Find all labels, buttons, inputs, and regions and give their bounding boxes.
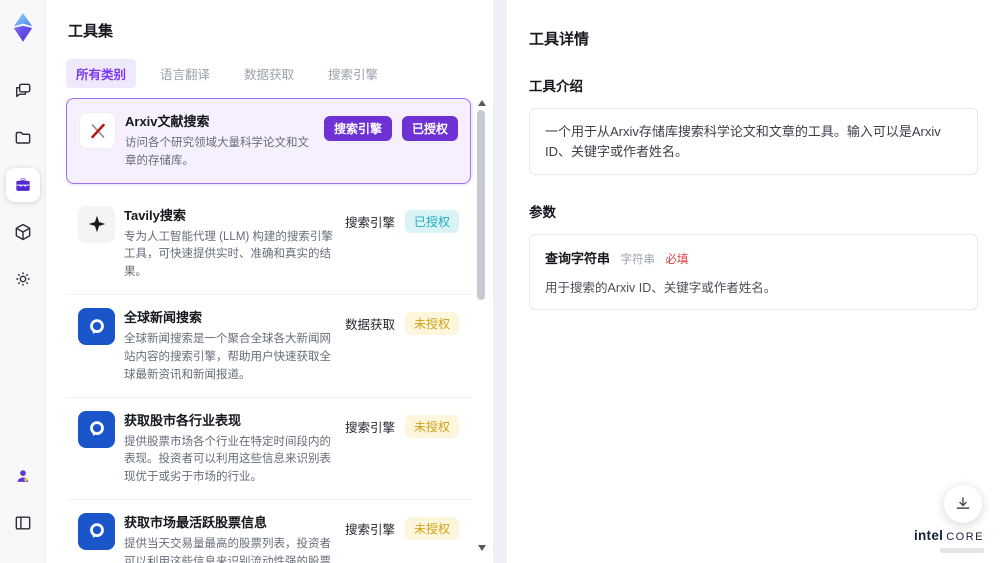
params-heading: 参数 [529, 205, 556, 221]
scrollbar-thumb[interactable] [477, 110, 485, 300]
param-name: 查询字符串 [545, 251, 611, 267]
sidebar-item-chat[interactable] [6, 74, 40, 108]
param-box: 查询字符串 字符串 必填 用于搜索的Arxiv ID、关键字或作者姓名。 [529, 234, 978, 311]
sidebar-item-files[interactable] [6, 121, 40, 155]
status-badge: 已授权 [404, 209, 459, 233]
category-badge: 搜索引擎 [323, 116, 392, 141]
tool-card-tavily[interactable]: Tavily搜索 专为人工智能代理 (LLM) 构建的搜索引擎工具，可快速提供实… [66, 192, 471, 296]
category-tabs: 所有类别 语言翻译 数据获取 搜索引擎 [66, 59, 487, 88]
news-q-logo-icon [78, 512, 115, 550]
tool-description: 提供当天交易量最高的股票列表，投资者可以利用这些信息来识别流动性强的股票和潜在的… [124, 537, 331, 563]
page-title: 工具集 [68, 23, 114, 40]
tool-card-arxiv[interactable]: Arxiv文献搜索 访问各个研究领域大量科学论文和文章的存储库。 搜索引擎 已授… [66, 98, 471, 184]
intro-text: 一个用于从Arxiv存储库搜索科学论文和文章的工具。输入可以是Arxiv ID、… [545, 124, 941, 159]
gear-icon [15, 272, 30, 286]
intro-heading: 工具介绍 [529, 79, 583, 95]
intel-wordmark: intel [913, 528, 944, 543]
sparkle-logo-icon [78, 205, 115, 243]
download-button[interactable] [944, 485, 982, 523]
news-q-logo-icon [78, 410, 115, 448]
status-badge: 未授权 [404, 312, 459, 336]
scroll-down-icon[interactable] [478, 545, 486, 551]
status-badge: 未授权 [404, 414, 459, 438]
intro-box: 一个用于从Arxiv存储库搜索科学论文和文章的工具。输入可以是Arxiv ID、… [529, 108, 978, 176]
nav-rail [0, 0, 46, 563]
app-window: 工具集 所有类别 语言翻译 数据获取 搜索引擎 Arxiv文献搜索 访问各个研究… [0, 0, 1000, 563]
sidebar-item-user[interactable] [6, 459, 40, 493]
tools-panel: 工具集 所有类别 语言翻译 数据获取 搜索引擎 Arxiv文献搜索 访问各个研究… [46, 0, 493, 563]
list-scrollbar[interactable] [476, 98, 487, 553]
tool-name: 获取股市各行业表现 [124, 412, 242, 428]
category-badge: 搜索引擎 [344, 215, 395, 230]
panel-toggle-icon [15, 516, 30, 530]
category-badge: 搜索引擎 [344, 522, 395, 537]
detail-title: 工具详情 [529, 31, 590, 49]
intel-core-logo: intel CORE [914, 527, 984, 553]
sidebar-item-packages[interactable] [6, 215, 40, 249]
tab-data-fetch[interactable]: 数据获取 [234, 59, 304, 88]
folder-icon [15, 131, 30, 144]
param-type: 字符串 [620, 254, 655, 267]
tab-all-categories[interactable]: 所有类别 [66, 59, 137, 88]
tool-description: 提供股票市场各个行业在特定时间段内的表现。投资者可以利用这些信息来识别表现优于或… [124, 435, 331, 484]
status-badge: 未授权 [404, 516, 459, 540]
news-q-logo-icon [78, 308, 115, 346]
tool-description: 访问各个研究领域大量科学论文和文章的存储库。 [125, 137, 309, 167]
tool-card-most-active-stocks[interactable]: 获取市场最活跃股票信息 提供当天交易量最高的股票列表，投资者可以利用这些信息来识… [66, 499, 471, 563]
tool-description: 专为人工智能代理 (LLM) 构建的搜索引擎工具，可快速提供实时、准确和真实的结… [124, 230, 333, 279]
param-description: 用于搜索的Arxiv ID、关键字或作者姓名。 [545, 281, 777, 296]
core-wordmark: CORE [946, 531, 984, 543]
scroll-up-icon[interactable] [478, 100, 486, 106]
tool-card-global-news[interactable]: 全球新闻搜索 全球新闻搜索是一个聚合全球各大新闻网站内容的搜索引擎，帮助用户快速… [66, 295, 471, 398]
category-badge: 数据获取 [344, 318, 395, 333]
chat-icon [15, 83, 30, 98]
tool-card-sector-performance[interactable]: 获取股市各行业表现 提供股票市场各个行业在特定时间段内的表现。投资者可以利用这些… [66, 397, 471, 500]
tool-description: 全球新闻搜索是一个聚合全球各大新闻网站内容的搜索引擎，帮助用户快速获取全球最新资… [124, 333, 331, 381]
intel-sub-badge [940, 548, 984, 553]
briefcase-icon [15, 178, 30, 191]
tool-name: 获取市场最活跃股票信息 [124, 514, 268, 530]
app-logo-icon [13, 13, 32, 42]
tab-search-engine[interactable]: 搜索引擎 [318, 59, 388, 88]
user-icon [17, 470, 28, 482]
sidebar-item-collapse-panel[interactable] [6, 506, 40, 540]
cube-icon [15, 223, 30, 241]
download-icon [956, 497, 970, 509]
tool-list: Arxiv文献搜索 访问各个研究领域大量科学论文和文章的存储库。 搜索引擎 已授… [66, 98, 487, 563]
tab-translation[interactable]: 语言翻译 [150, 59, 220, 88]
tool-name: Arxiv文献搜索 [125, 114, 210, 129]
sidebar-item-tools[interactable] [5, 168, 40, 202]
sidebar-item-settings[interactable] [6, 262, 40, 296]
param-required-badge: 必填 [665, 254, 689, 267]
detail-panel: 工具详情 工具介绍 一个用于从Arxiv存储库搜索科学论文和文章的工具。输入可以… [507, 0, 1000, 563]
status-badge: 已授权 [401, 116, 458, 141]
arxiv-logo-icon [79, 112, 116, 149]
category-badge: 搜索引擎 [344, 420, 395, 435]
tool-name: 全球新闻搜索 [124, 310, 203, 326]
tool-name: Tavily搜索 [124, 207, 186, 223]
